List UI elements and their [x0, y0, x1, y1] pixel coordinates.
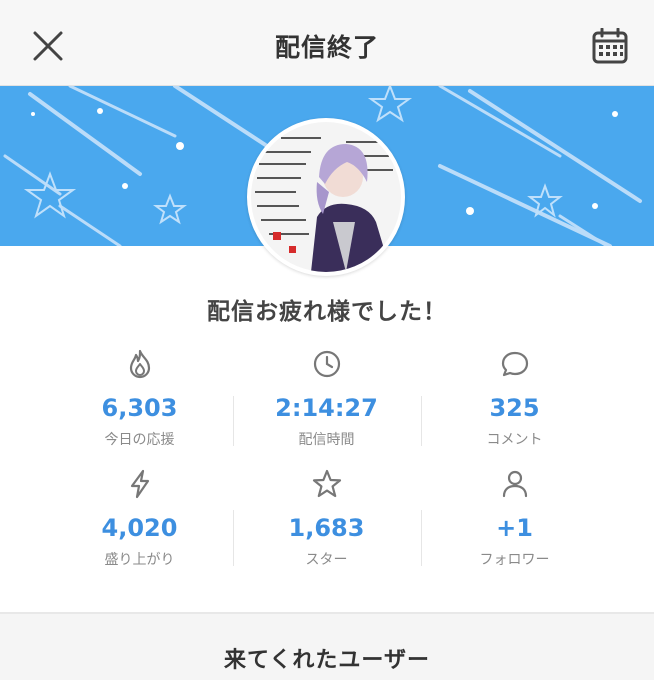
- stats-grid: 6,303 今日の応援 2:14:27 配信時間 325 コメント 4,020 …: [46, 338, 608, 578]
- stream-end-message: 配信お疲れ様でした！: [207, 299, 447, 325]
- stat-label: フォロワー: [479, 552, 550, 568]
- stat-label: 盛り上がり: [104, 552, 175, 568]
- stat-followers: +1 フォロワー: [421, 458, 608, 578]
- stat-label: 配信時間: [298, 432, 355, 448]
- calendar-icon: [592, 28, 628, 64]
- page-title: 配信終了: [274, 33, 379, 62]
- stat-value: 4,020: [101, 514, 178, 542]
- stat-label: 今日の応援: [104, 432, 175, 448]
- top-bar: 配信終了: [0, 0, 654, 86]
- stat-value: +1: [496, 514, 533, 542]
- speech-bubble-icon: [501, 351, 529, 377]
- stat-value: 6,303: [101, 394, 178, 422]
- stat-value: 2:14:27: [275, 394, 378, 422]
- avatar[interactable]: [247, 118, 405, 276]
- stat-excitement: 4,020 盛り上がり: [46, 458, 233, 578]
- stat-cheers: 6,303 今日の応援: [46, 338, 233, 458]
- star-icon: [312, 469, 342, 498]
- calendar-button[interactable]: [588, 24, 632, 68]
- stat-stars: 1,683 スター: [233, 458, 420, 578]
- lightning-icon: [130, 469, 150, 499]
- stat-stream-time: 2:14:27 配信時間: [233, 338, 420, 458]
- person-icon: [502, 470, 528, 498]
- clock-icon: [313, 350, 341, 378]
- stat-label: コメント: [486, 432, 543, 448]
- stat-label: スター: [305, 552, 348, 568]
- avatar-image: [251, 122, 401, 272]
- stat-value: 1,683: [288, 514, 365, 542]
- flame-icon: [129, 349, 151, 379]
- stat-value: 325: [489, 394, 540, 422]
- stat-comments: 325 コメント: [421, 338, 608, 458]
- visitors-section-title: 来てくれたユーザー: [224, 648, 430, 673]
